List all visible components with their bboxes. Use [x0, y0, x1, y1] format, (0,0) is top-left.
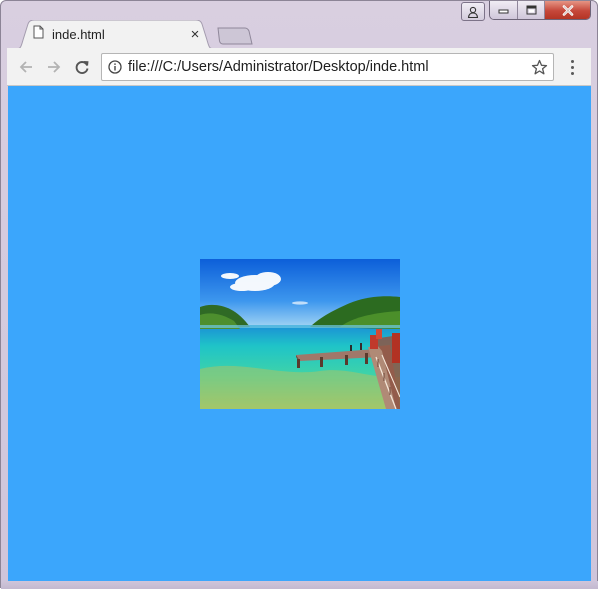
user-icon[interactable]: [461, 2, 485, 21]
reload-icon[interactable]: [71, 56, 93, 78]
star-icon[interactable]: [531, 59, 548, 76]
address-bar[interactable]: file:///C:/Users/Administrator/Desktop/i…: [101, 53, 554, 81]
forward-arrow-icon[interactable]: [43, 56, 65, 78]
new-tab-icon[interactable]: [215, 27, 253, 45]
beach-pier-photo: [200, 259, 400, 409]
document-icon: [33, 25, 44, 44]
maximize-icon[interactable]: [517, 1, 544, 19]
back-arrow-icon[interactable]: [15, 56, 37, 78]
minimize-icon[interactable]: [490, 1, 517, 19]
url-text[interactable]: file:///C:/Users/Administrator/Desktop/i…: [128, 54, 429, 80]
window-controls: [461, 1, 591, 21]
tab-inde-html[interactable]: inde.html ×: [15, 20, 215, 49]
info-icon[interactable]: [108, 60, 122, 74]
page-viewport: [8, 86, 591, 581]
tab-title: inde.html: [52, 27, 105, 42]
close-icon[interactable]: [544, 1, 590, 19]
tab-close-button[interactable]: ×: [187, 26, 203, 43]
more-vertical-icon[interactable]: [564, 56, 580, 78]
browser-window: inde.html × file:///C:/Users/Administrat…: [0, 0, 598, 589]
caption-buttons: [489, 1, 591, 20]
browser-toolbar: file:///C:/Users/Administrator/Desktop/i…: [7, 48, 591, 86]
